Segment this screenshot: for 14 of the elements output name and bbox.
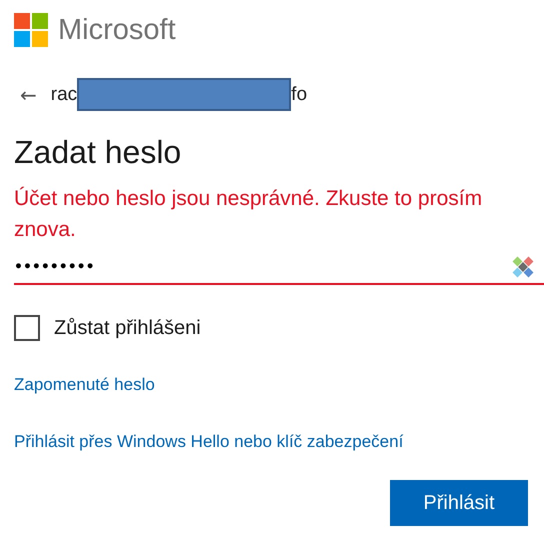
logo-icon	[14, 13, 48, 47]
sign-in-button[interactable]: Přihlásit	[390, 480, 528, 526]
back-arrow[interactable]: ←	[20, 82, 37, 106]
checkbox-label: Zůstat přihlášeni	[54, 316, 201, 340]
error-message: Účet nebo heslo jsou nesprávné. Zkuste to prosím znova.	[14, 186, 484, 243]
page-title: Zadat heslo	[14, 134, 182, 171]
key-icon	[512, 256, 534, 278]
email-text: fo	[291, 84, 308, 106]
link[interactable]: Přihlásit přes Windows Hello nebo klíč zabezpečení	[14, 432, 404, 452]
checkbox[interactable]	[14, 315, 40, 341]
brand-name: Microsoft	[58, 14, 176, 46]
email-text: rac	[50, 84, 78, 106]
link[interactable]: Zapomenuté heslo	[14, 375, 155, 395]
password-field[interactable]: •••••••••	[14, 251, 544, 285]
